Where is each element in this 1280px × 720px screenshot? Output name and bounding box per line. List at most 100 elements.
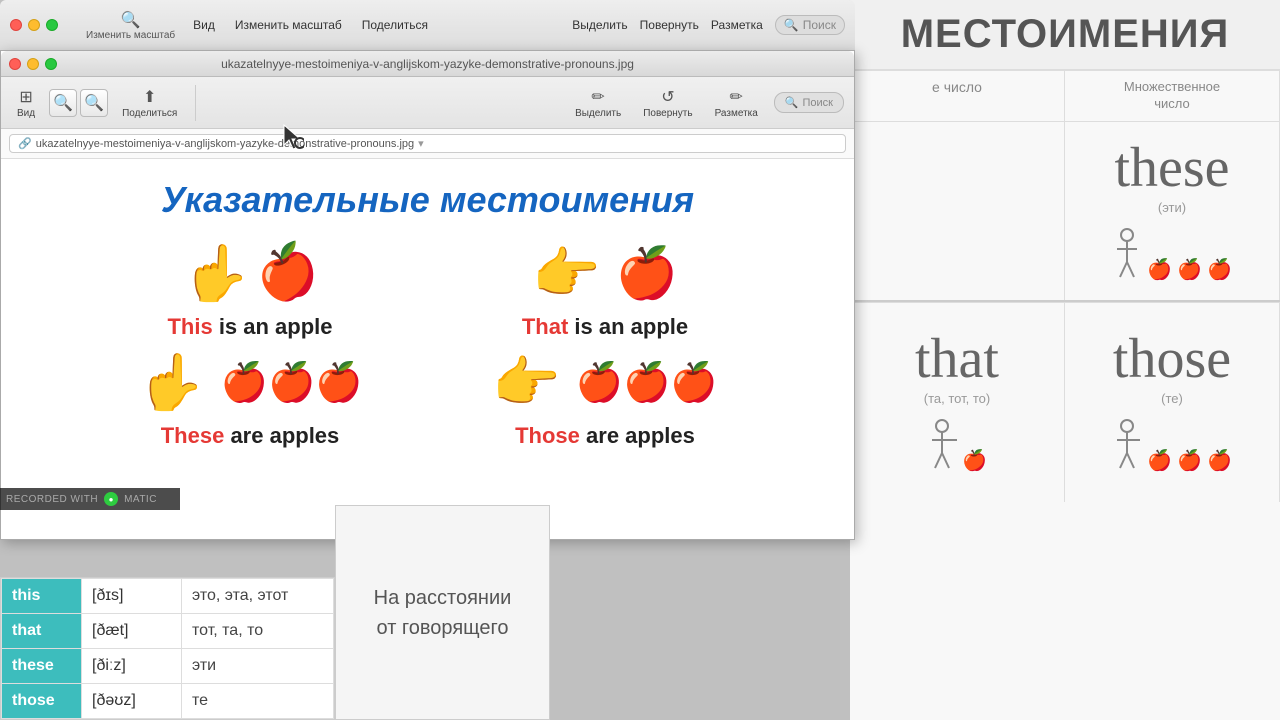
pronoun-images-this: 👆 🍎 xyxy=(182,241,318,306)
tl-yellow[interactable] xyxy=(27,58,39,70)
product-label: MATIC xyxy=(124,494,157,505)
view-label: Вид xyxy=(17,108,35,119)
cell-this xyxy=(850,122,1065,300)
trans-those: (те) xyxy=(1161,391,1183,406)
address-dropdown[interactable]: ▾ xyxy=(418,137,424,150)
apple1-those: 🍎 xyxy=(1147,448,1172,473)
figure-these-person xyxy=(1112,227,1142,282)
view-icon: ⊞ xyxy=(19,87,32,107)
markup-icon: ✏ xyxy=(730,87,743,107)
pronoun-images-those: 👉 🍎🍎🍎 xyxy=(492,350,717,415)
figures-those: 🍎 🍎 🍎 xyxy=(1112,418,1232,473)
trans-that: (та, тот, то) xyxy=(924,391,990,406)
vocab-table: this [ðɪs] это, эта, этот that [ðæt] тот… xyxy=(1,578,334,719)
rotate-label: Повернуть xyxy=(643,108,692,119)
table-row-those: those [ðəʊz] те xyxy=(2,684,334,719)
markup-btn[interactable]: ✏ Разметка xyxy=(709,85,764,121)
trans-these: (эти) xyxy=(1158,200,1186,215)
address-icon: 🔗 xyxy=(18,137,32,150)
pronouns-grid: 👆 🍎 This is an apple 👉 🍎 That is an appl… xyxy=(78,241,778,449)
hand-icon-these: 👆 xyxy=(137,350,205,415)
tl-yellow-bg[interactable] xyxy=(28,19,40,31)
select-label: Выделить xyxy=(575,108,621,119)
address-text: ukazatelnyye-mestoimeniya-v-anglijskom-y… xyxy=(36,138,414,150)
pronoun-item-that: 👉 🍎 That is an apple xyxy=(433,241,778,340)
pronoun-item-these: 👆 🍎🍎🍎 These are apples xyxy=(78,350,423,449)
bg-markup[interactable]: Разметка xyxy=(711,18,763,32)
zoom-btns: 🔍 🔍 xyxy=(49,89,108,117)
search-bar[interactable]: 🔍 Поиск xyxy=(774,92,844,113)
figures-these: 🍎 🍎 🍎 xyxy=(1112,227,1232,282)
pronoun-item-this: 👆 🍎 This is an apple xyxy=(78,241,423,340)
cell-those: those (те) 🍎 🍎 🍎 xyxy=(1065,302,1280,502)
highlight-those: Those xyxy=(515,423,580,448)
bg-rotate[interactable]: Повернуть xyxy=(640,18,699,32)
markup-label: Разметка xyxy=(715,108,758,119)
zoom-in-btn[interactable]: 🔍 xyxy=(80,89,108,117)
apple-icon-those: 🍎🍎🍎 xyxy=(576,361,718,405)
bg-zoom-out-btn[interactable]: 🔍 Изменить масштаб xyxy=(86,10,175,41)
highlight-these: These xyxy=(161,423,225,448)
table-row-this: this [ðɪs] это, эта, этот xyxy=(2,579,334,614)
rotate-btn[interactable]: ↺ Повернуть xyxy=(637,85,698,121)
ipa-this: [ðɪs] xyxy=(82,579,182,614)
bg-search-icon: 🔍 xyxy=(784,18,799,32)
tl-red-bg[interactable] xyxy=(10,19,22,31)
select-icon: ✏ xyxy=(591,87,604,107)
bg-select[interactable]: Выделить xyxy=(572,18,627,32)
highlight-that: That xyxy=(522,314,568,339)
rest-those: are apples xyxy=(586,423,695,448)
pronoun-text-that: That is an apple xyxy=(522,314,688,340)
bg-window-second: 🔍 Изменить масштаб Вид Изменить масштаб … xyxy=(0,0,855,50)
bg-view-label[interactable]: Вид xyxy=(193,18,215,32)
cell-that: that (та, тот, то) 🍎 xyxy=(850,302,1065,502)
rotate-icon: ↺ xyxy=(661,87,674,107)
tl-green-bg[interactable] xyxy=(46,19,58,31)
main-toolbar: ⊞ Вид 🔍 🔍 ⬆ Поделиться ✏ Выделить ↺ Пове… xyxy=(1,77,854,129)
pronoun-text-those: Those are apples xyxy=(515,423,695,449)
content-area: Указательные местоимения 👆 🍎 This is an … xyxy=(1,159,854,469)
search-icon: 🔍 xyxy=(785,96,799,109)
apple2-these: 🍎 xyxy=(1177,257,1202,282)
view-btn[interactable]: ⊞ Вид xyxy=(11,85,41,121)
apple3-those: 🍎 xyxy=(1207,448,1232,473)
share-label: Поделиться xyxy=(122,108,177,119)
distance-panel: На расстоянииот говорящего xyxy=(335,505,550,720)
table-row-these: these [ðiːz] эти xyxy=(2,649,334,684)
bg-share-menu[interactable]: Поделиться xyxy=(362,18,428,32)
zoom-out-icon: 🔍 xyxy=(53,93,73,113)
select-btn[interactable]: ✏ Выделить xyxy=(569,85,627,121)
bg-zoom-menu[interactable]: Изменить масштаб xyxy=(235,18,342,32)
hand-icon-those: 👉 xyxy=(492,350,560,415)
figure-those-person xyxy=(1112,418,1142,473)
bg-search-bar[interactable]: 🔍 Поиск xyxy=(775,15,845,35)
main-titlebar: ukazatelnyye-mestoimeniya-v-anglijskom-y… xyxy=(1,51,854,77)
apple-icon-this: 🍎 xyxy=(247,235,326,312)
word-that: that xyxy=(915,331,999,387)
address-field[interactable]: 🔗 ukazatelnyye-mestoimeniya-v-anglijskom… xyxy=(9,134,846,153)
hand-icon-that: 👉 xyxy=(532,241,600,306)
toolbar-divider xyxy=(195,85,196,121)
table-row-that: that [ðæt] тот, та, то xyxy=(2,614,334,649)
word-those-cell: those xyxy=(2,684,82,719)
col-header-plural: Множественноечисло xyxy=(1065,71,1280,121)
share-btn[interactable]: ⬆ Поделиться xyxy=(116,85,183,121)
figures-that: 🍎 xyxy=(927,418,987,473)
image-title: Указательные местоимения xyxy=(161,179,694,221)
bottom-table: this [ðɪs] это, эта, этот that [ðæt] тот… xyxy=(0,577,335,720)
trans-those-cell: те xyxy=(182,684,334,719)
ipa-these: [ðiːz] xyxy=(82,649,182,684)
word-that-cell: that xyxy=(2,614,82,649)
traffic-lights xyxy=(9,58,57,70)
recorded-label: RECORDED WITH xyxy=(6,494,98,505)
tl-red[interactable] xyxy=(9,58,21,70)
apple3-these: 🍎 xyxy=(1207,257,1232,282)
window-title: ukazatelnyye-mestoimeniya-v-anglijskom-y… xyxy=(221,57,634,71)
share-icon: ⬆ xyxy=(143,87,156,107)
zoom-out-btn[interactable]: 🔍 xyxy=(49,89,77,117)
distance-text: На расстоянииот говорящего xyxy=(374,583,512,643)
right-panel: МЕСТОИМЕНИЯ е число Множественноечисло t… xyxy=(850,0,1280,720)
tl-green[interactable] xyxy=(45,58,57,70)
apple-icon-these: 🍎🍎🍎 xyxy=(221,361,363,405)
apple-icon-that: 🍎 xyxy=(616,244,678,303)
